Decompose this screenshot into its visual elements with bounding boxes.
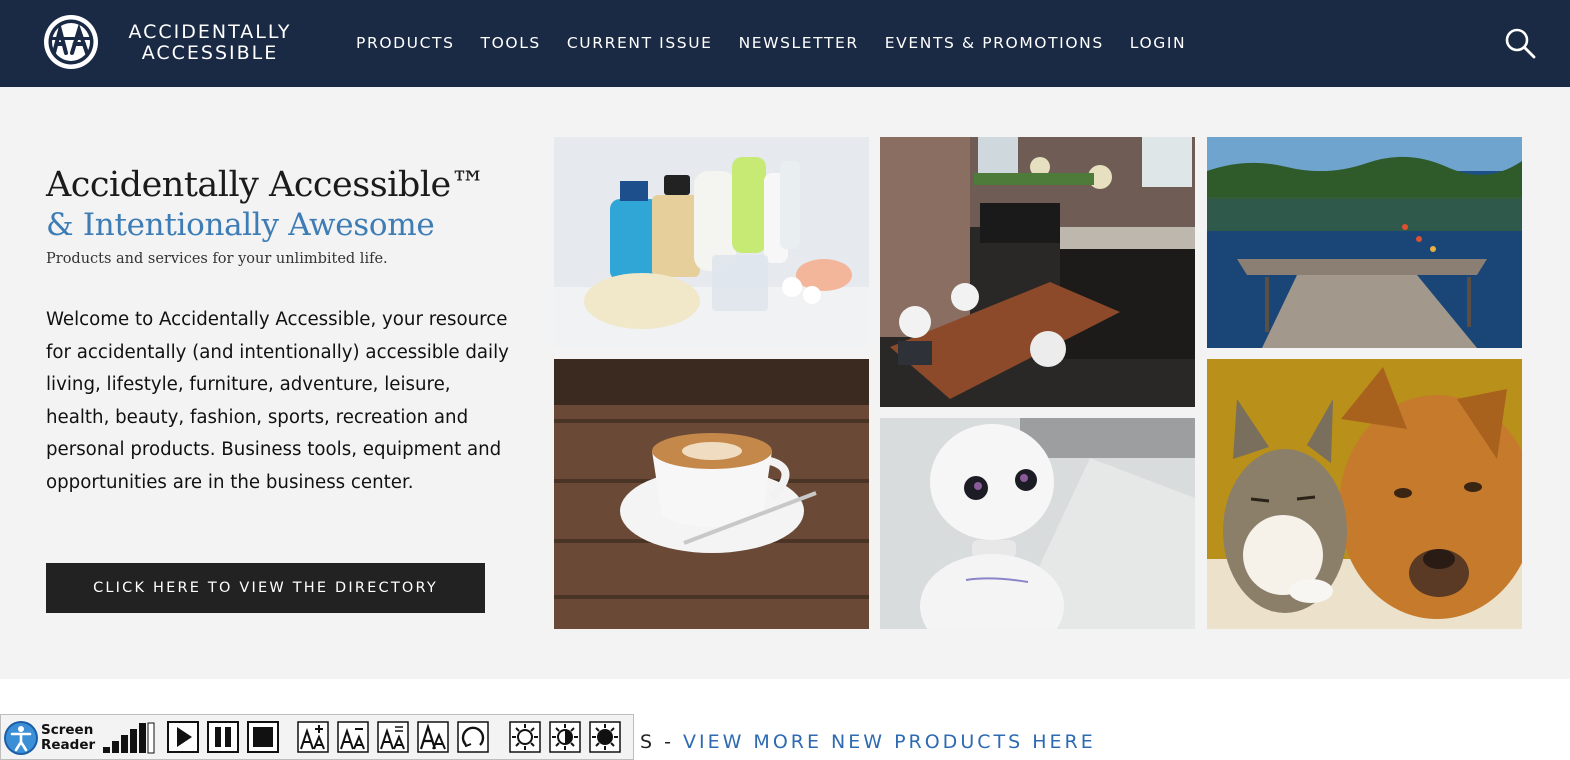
logo-line-2: ACCESSIBLE	[141, 42, 279, 64]
nav-login[interactable]: LOGIN	[1130, 34, 1186, 52]
accessibility-icon[interactable]	[3, 720, 39, 756]
cat-dog-image	[1207, 359, 1522, 629]
volume-level-icon[interactable]	[103, 721, 155, 755]
new-products-prefix: S -	[640, 731, 683, 753]
stop-icon[interactable]	[247, 721, 279, 753]
pause-icon[interactable]	[207, 721, 239, 753]
reset-icon[interactable]	[457, 721, 489, 753]
text-size-decrease-icon[interactable]	[337, 721, 369, 753]
screen-reader-label-line1: Screen	[41, 722, 94, 738]
tile-lake-dock[interactable]	[1207, 137, 1522, 348]
nav-tools[interactable]: TOOLS	[481, 34, 541, 52]
hero-intro-text: Welcome to Accidentally Accessible, your…	[46, 309, 509, 493]
tile-kitchen[interactable]	[880, 137, 1195, 407]
lake-dock-image	[1207, 137, 1522, 348]
screen-reader-toolbar: Screen Reader	[0, 714, 634, 760]
hero-title: Accidentally Accessible™	[46, 165, 486, 205]
brightness-decrease-icon[interactable]	[589, 721, 621, 753]
search-icon[interactable]	[1504, 27, 1536, 59]
tile-bath-products[interactable]	[554, 137, 869, 348]
play-icon[interactable]	[167, 721, 199, 753]
tile-coffee[interactable]	[554, 359, 869, 629]
brightness-increase-icon[interactable]	[509, 721, 541, 753]
screen-reader-label-line2: Reader	[41, 737, 96, 753]
nav-products[interactable]: PRODUCTS	[356, 34, 455, 52]
logo-icon[interactable]	[42, 13, 100, 71]
text-size-increase-icon[interactable]	[297, 721, 329, 753]
hero-subtitle: & Intentionally Awesome	[46, 207, 435, 243]
tile-robot[interactable]	[880, 418, 1195, 629]
kitchen-image	[880, 137, 1195, 407]
main-nav: PRODUCTS TOOLS CURRENT ISSUE NEWSLETTER …	[356, 34, 1212, 52]
coffee-image	[554, 359, 869, 629]
text-size-reset-icon[interactable]	[377, 721, 409, 753]
view-more-products-link[interactable]: VIEW MORE NEW PRODUCTS HERE	[683, 731, 1096, 753]
font-toggle-icon[interactable]	[417, 721, 449, 753]
contrast-icon[interactable]	[549, 721, 581, 753]
nav-current-issue[interactable]: CURRENT ISSUE	[567, 34, 713, 52]
site-header: ACCIDENTALLY ACCESSIBLE PRODUCTS TOOLS C…	[0, 0, 1570, 87]
hero-tagline: Products and services for your unlimbite…	[46, 251, 388, 267]
bath-products-image	[554, 137, 869, 348]
nav-newsletter[interactable]: NEWSLETTER	[739, 34, 859, 52]
view-directory-button[interactable]: CLICK HERE TO VIEW THE DIRECTORY	[46, 563, 485, 613]
logo-wordmark[interactable]: ACCIDENTALLY ACCESSIBLE	[120, 22, 300, 64]
robot-image	[880, 418, 1195, 629]
logo-line-1: ACCIDENTALLY	[128, 21, 292, 43]
nav-events-promotions[interactable]: EVENTS & PROMOTIONS	[885, 34, 1104, 52]
tile-cat-dog[interactable]	[1207, 359, 1522, 629]
new-products-row: S - VIEW MORE NEW PRODUCTS HERE	[640, 731, 1096, 753]
screen-reader-label: Screen Reader	[41, 723, 95, 753]
hero-section: Accidentally Accessible™ & Intentionally…	[0, 87, 1570, 679]
